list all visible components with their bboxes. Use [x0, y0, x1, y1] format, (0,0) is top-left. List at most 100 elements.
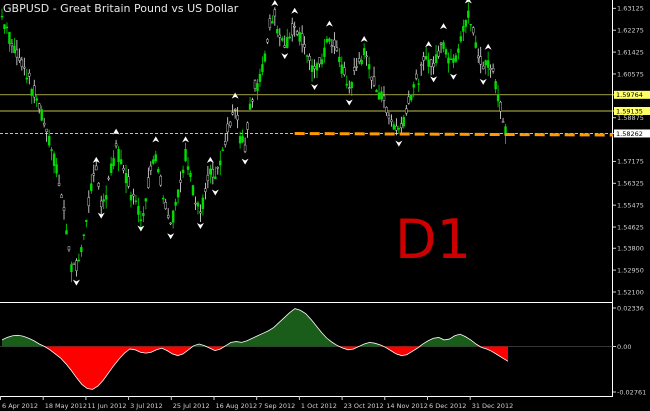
candle-body	[82, 234, 86, 236]
candle-body	[52, 153, 56, 166]
candle-body	[104, 195, 108, 200]
candle-body	[23, 66, 26, 69]
candle-body	[166, 215, 170, 218]
candle-body	[397, 128, 401, 130]
candle-body	[407, 96, 410, 104]
candle-body	[248, 103, 252, 110]
candle-body	[320, 59, 324, 65]
candle-body	[236, 115, 239, 121]
candle-body	[92, 173, 95, 176]
candle-body	[491, 68, 495, 72]
candle-body	[380, 91, 383, 100]
candle-body	[77, 259, 81, 262]
time-tick-label: 18 May 2012	[45, 402, 87, 410]
time-tick-label: 23 Oct 2012	[344, 402, 384, 410]
candle-body	[201, 197, 205, 209]
candle-body	[305, 55, 309, 57]
price-tick-label: 1.60575	[617, 70, 644, 78]
candle-body	[419, 64, 423, 66]
candle-body	[87, 197, 91, 206]
candle-body	[90, 183, 93, 191]
candle-body	[469, 24, 472, 26]
candle-body	[310, 65, 314, 72]
candle-body	[159, 175, 162, 186]
candle-body	[144, 198, 148, 202]
fractal-up-arrow	[182, 136, 190, 143]
candle-body	[80, 247, 83, 253]
candle-body	[50, 149, 53, 151]
candle-body	[38, 103, 41, 110]
price-level-tag-label: 1.59135	[616, 107, 643, 115]
candle-body	[375, 89, 378, 93]
candle-body	[303, 44, 306, 48]
candle-body	[410, 94, 413, 101]
candle-body	[100, 200, 103, 208]
time-tick-label: 25 Jul 2012	[173, 402, 210, 410]
indicator-tick-label: -0.02761	[617, 388, 646, 396]
candle-body	[258, 74, 262, 82]
candle-body	[129, 195, 133, 201]
fractal-down-arrow	[211, 189, 219, 196]
candle-body	[122, 168, 125, 171]
candle-body	[154, 154, 157, 162]
candle-body	[20, 59, 24, 67]
candle-body	[231, 112, 234, 115]
candle-body	[179, 179, 182, 183]
candle-body	[474, 42, 477, 48]
candle-body	[494, 81, 497, 90]
candle-body	[318, 57, 321, 65]
candle-body	[348, 87, 351, 89]
candle-body	[424, 56, 428, 60]
fractal-up-arrow	[231, 92, 239, 99]
fractal-up-arrow	[360, 36, 368, 43]
price-tick-label: 1.55475	[617, 201, 644, 209]
candle-body	[211, 169, 215, 178]
candle-body	[412, 84, 415, 88]
candle-body	[109, 163, 113, 173]
candle-body	[137, 206, 140, 215]
candle-body	[328, 38, 331, 42]
candle-body	[243, 144, 247, 152]
fractal-up-arrow	[291, 7, 299, 14]
candle-body	[139, 219, 143, 221]
time-tick-label: 31 Dec 2012	[472, 402, 514, 410]
price-tick-label: 1.54625	[617, 223, 644, 231]
candle-body	[55, 164, 58, 174]
candle-body	[169, 222, 172, 225]
candle-body	[298, 32, 301, 42]
candle-body	[132, 194, 135, 197]
candle-body	[164, 202, 167, 209]
candle-body	[370, 76, 373, 81]
fractal-up-arrow	[484, 43, 492, 50]
candle-body	[224, 141, 227, 145]
candle-body	[343, 67, 346, 75]
fractal-down-arrow	[430, 76, 438, 83]
candle-body	[457, 48, 460, 53]
candle-body	[25, 77, 29, 80]
candle-body	[415, 73, 418, 79]
chart-window[interactable]: 1.63125 1.62275 1.61425 1.60575 1.59764 1.591…	[0, 0, 650, 411]
candle-body	[95, 165, 98, 171]
candle-body	[221, 149, 224, 151]
candle-body	[472, 27, 475, 34]
candle-body	[452, 58, 455, 63]
candle-body	[253, 80, 257, 89]
chart-canvas[interactable]: 1.63125 1.62275 1.61425 1.60575 1.59764 1.591…	[0, 0, 650, 411]
price-tick-label: 1.57175	[617, 158, 644, 166]
candle-body	[191, 185, 195, 196]
candle-body	[5, 26, 9, 29]
candle-body	[323, 47, 326, 57]
candle-body	[273, 9, 277, 17]
chart-title: GBPUSD - Great Britain Pound vs US Dolla…	[3, 2, 239, 15]
price-tick-label: 1.56325	[617, 180, 644, 188]
fractal-up-arrow	[440, 23, 448, 30]
candle-body	[72, 262, 76, 265]
candle-body	[350, 81, 353, 89]
candle-body	[67, 246, 71, 251]
candle-body	[362, 48, 366, 56]
candle-body	[340, 64, 344, 74]
candle-body	[313, 66, 316, 69]
fractal-up-arrow	[152, 136, 160, 143]
support-line	[294, 132, 614, 137]
price-tick-label: 1.61425	[617, 48, 644, 56]
